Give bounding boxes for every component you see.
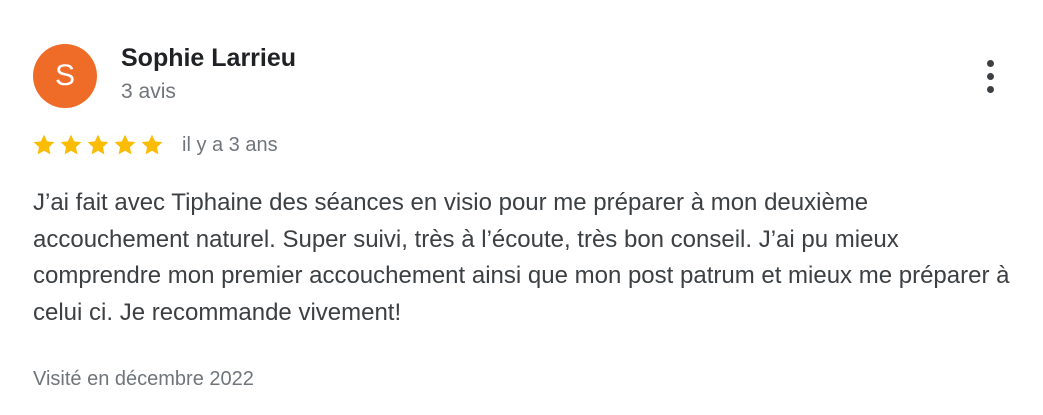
review-text: J’ai fait avec Tiphaine des séances en v… (33, 189, 1010, 326)
star-icon (141, 134, 163, 155)
star-rating (31, 132, 165, 158)
more-options-button[interactable] (970, 52, 1010, 100)
star-icon (114, 134, 136, 155)
more-vert-icon (986, 59, 994, 67)
more-vert-icon-dot (986, 85, 994, 93)
reviewer-name[interactable]: Sophie Larrieu (121, 44, 296, 73)
more-vert-icon-dot (986, 72, 994, 80)
review-count[interactable]: 3 avis (121, 80, 176, 104)
star-icon (87, 134, 109, 155)
avatar[interactable]: S (33, 44, 97, 108)
review-date: il y a 3 ans (182, 133, 278, 156)
star-icon (60, 134, 82, 155)
star-icon (33, 134, 55, 155)
review-card: S Sophie Larrieu 3 avis il y a 3 ans J’a… (0, 0, 1043, 415)
rating-row: il y a 3 ans (31, 129, 278, 161)
visit-date: Visité en décembre 2022 (33, 368, 254, 390)
avatar-initial: S (54, 59, 75, 92)
